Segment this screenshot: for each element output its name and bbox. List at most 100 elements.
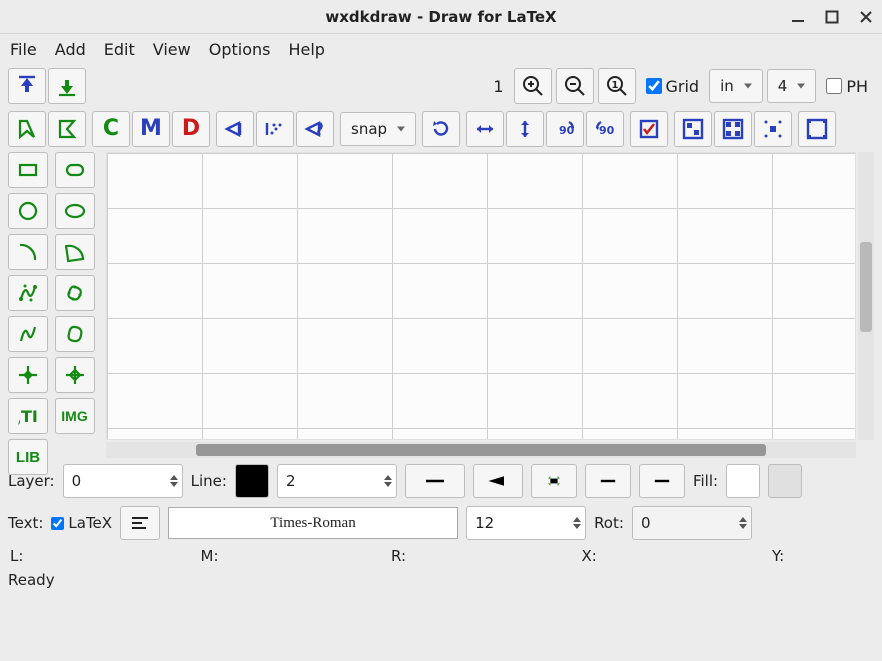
menu-edit[interactable]: Edit bbox=[104, 40, 135, 59]
fill-pattern-button[interactable] bbox=[768, 464, 802, 498]
font-size-spinbox[interactable]: 12 bbox=[466, 506, 586, 540]
tool-rounded-rectangle[interactable] bbox=[55, 152, 95, 188]
tool-closed-spline-dots[interactable] bbox=[55, 275, 95, 311]
grid-subdiv-dropdown[interactable]: 4 bbox=[767, 69, 817, 103]
tool-open-spline-dots[interactable] bbox=[8, 275, 48, 311]
fill-color-well[interactable] bbox=[726, 464, 760, 498]
rotation-spinbox[interactable]: 0 bbox=[632, 506, 752, 540]
canvas-container bbox=[106, 152, 874, 458]
line-join-button[interactable] bbox=[639, 464, 685, 498]
letter-c-icon: C bbox=[103, 118, 119, 140]
tool-node-open[interactable] bbox=[55, 357, 95, 393]
vertical-scrollbar[interactable] bbox=[858, 152, 874, 440]
maximize-button[interactable] bbox=[824, 9, 840, 25]
tool-rectangle[interactable] bbox=[8, 152, 48, 188]
menu-view[interactable]: View bbox=[153, 40, 191, 59]
titlebar: wxdkdraw - Draw for LaTeX bbox=[0, 0, 882, 34]
copy-mode-c-button[interactable]: C bbox=[92, 111, 130, 147]
point-wave-button[interactable] bbox=[296, 111, 334, 147]
img-icon: IMG bbox=[61, 408, 87, 424]
tool-ellipse[interactable] bbox=[55, 193, 95, 229]
latex-checkbox-wrap[interactable]: LaTeX bbox=[51, 514, 112, 532]
cursor-region-button[interactable] bbox=[48, 111, 86, 147]
arrowhead-both-button[interactable] bbox=[531, 464, 577, 498]
point-scatter-button[interactable] bbox=[256, 111, 294, 147]
cursor-tool-button[interactable] bbox=[8, 111, 46, 147]
properties-text-row: Text: LaTeX Times-Roman 12 Rot: 0 bbox=[0, 502, 882, 544]
tool-circle[interactable] bbox=[8, 193, 48, 229]
tool-arc[interactable] bbox=[8, 234, 48, 270]
letter-m-icon: M bbox=[140, 118, 162, 140]
tool-text-insert[interactable]: TI bbox=[8, 398, 48, 434]
text-align-button[interactable] bbox=[120, 506, 160, 540]
horizontal-scrollbar[interactable] bbox=[106, 442, 856, 458]
tool-open-spline[interactable] bbox=[8, 316, 48, 352]
tool-node-filled[interactable] bbox=[8, 357, 48, 393]
toolbar-second: C M D snap 90 bbox=[0, 108, 882, 150]
properties-line-row: Layer: 0 Line: 2 Fill: bbox=[0, 460, 882, 502]
rot-label: Rot: bbox=[594, 514, 624, 532]
flip-vertical-button[interactable] bbox=[506, 111, 544, 147]
layer-label: Layer: bbox=[8, 472, 55, 490]
window-title: wxdkdraw - Draw for LaTeX bbox=[325, 8, 556, 26]
font-name-field[interactable]: Times-Roman bbox=[168, 507, 458, 539]
layer-down-button[interactable] bbox=[48, 68, 86, 104]
ungroup-button[interactable] bbox=[714, 111, 752, 147]
coordinates-row: L: M: R: X: Y: bbox=[0, 544, 882, 568]
zoom-value: 1 bbox=[487, 77, 509, 96]
move-mode-m-button[interactable]: M bbox=[132, 111, 170, 147]
tool-image-insert[interactable]: IMG bbox=[55, 398, 95, 434]
line-style-button[interactable] bbox=[405, 464, 465, 498]
flip-horizontal-button[interactable] bbox=[466, 111, 504, 147]
line-width-spinbox[interactable]: 2 bbox=[277, 464, 397, 498]
status-text: Ready bbox=[8, 571, 55, 589]
tool-palette: TI IMG LIB bbox=[8, 152, 98, 458]
scatter-group-button[interactable] bbox=[754, 111, 792, 147]
drawing-canvas[interactable] bbox=[106, 152, 856, 440]
letter-d-icon: D bbox=[182, 118, 200, 140]
zoom-in-button[interactable] bbox=[514, 68, 552, 104]
tool-arc-chord[interactable] bbox=[55, 234, 95, 270]
work-area: TI IMG LIB bbox=[0, 150, 882, 460]
coord-l: L: bbox=[10, 547, 201, 565]
fill-label: Fill: bbox=[693, 472, 718, 490]
line-color-well[interactable] bbox=[235, 464, 269, 498]
ph-checkbox-wrap[interactable]: PH bbox=[820, 77, 874, 96]
delete-mode-d-button[interactable]: D bbox=[172, 111, 210, 147]
line-label: Line: bbox=[191, 472, 227, 490]
zoom-out-button[interactable] bbox=[556, 68, 594, 104]
svg-text:90: 90 bbox=[599, 124, 615, 137]
checkmark-button[interactable] bbox=[630, 111, 668, 147]
refresh-button[interactable] bbox=[422, 111, 460, 147]
zoom-100-button[interactable]: 1 bbox=[598, 68, 636, 104]
svg-text:1: 1 bbox=[611, 80, 618, 91]
rotate-cw-button[interactable]: 90 bbox=[546, 111, 584, 147]
rotate-ccw-button[interactable]: 90 bbox=[586, 111, 624, 147]
menu-options[interactable]: Options bbox=[209, 40, 271, 59]
latex-label: LaTeX bbox=[68, 514, 112, 532]
grid-checkbox[interactable] bbox=[646, 78, 662, 94]
coord-m: M: bbox=[201, 547, 392, 565]
minimize-button[interactable] bbox=[790, 9, 806, 25]
close-button[interactable] bbox=[858, 9, 874, 25]
menubar: File Add Edit View Options Help bbox=[0, 34, 882, 64]
menu-add[interactable]: Add bbox=[55, 40, 86, 59]
point-tool-button[interactable] bbox=[216, 111, 254, 147]
line-cap-button[interactable] bbox=[585, 464, 631, 498]
layer-spinbox[interactable]: 0 bbox=[63, 464, 183, 498]
grid-checkbox-wrap[interactable]: Grid bbox=[640, 77, 706, 96]
text-label: Text: bbox=[8, 514, 43, 532]
group-button[interactable] bbox=[674, 111, 712, 147]
svg-text:TI: TI bbox=[21, 407, 38, 426]
grid-unit-dropdown[interactable]: in bbox=[709, 69, 763, 103]
latex-checkbox[interactable] bbox=[51, 517, 64, 530]
select-all-button[interactable] bbox=[798, 111, 836, 147]
arrowhead-end-button[interactable] bbox=[473, 464, 523, 498]
menu-help[interactable]: Help bbox=[288, 40, 324, 59]
tool-closed-spline[interactable] bbox=[55, 316, 95, 352]
menu-file[interactable]: File bbox=[10, 40, 37, 59]
ph-checkbox[interactable] bbox=[826, 78, 842, 94]
layer-up-button[interactable] bbox=[8, 68, 46, 104]
ph-label: PH bbox=[846, 77, 868, 96]
snap-dropdown[interactable]: snap bbox=[340, 112, 416, 146]
